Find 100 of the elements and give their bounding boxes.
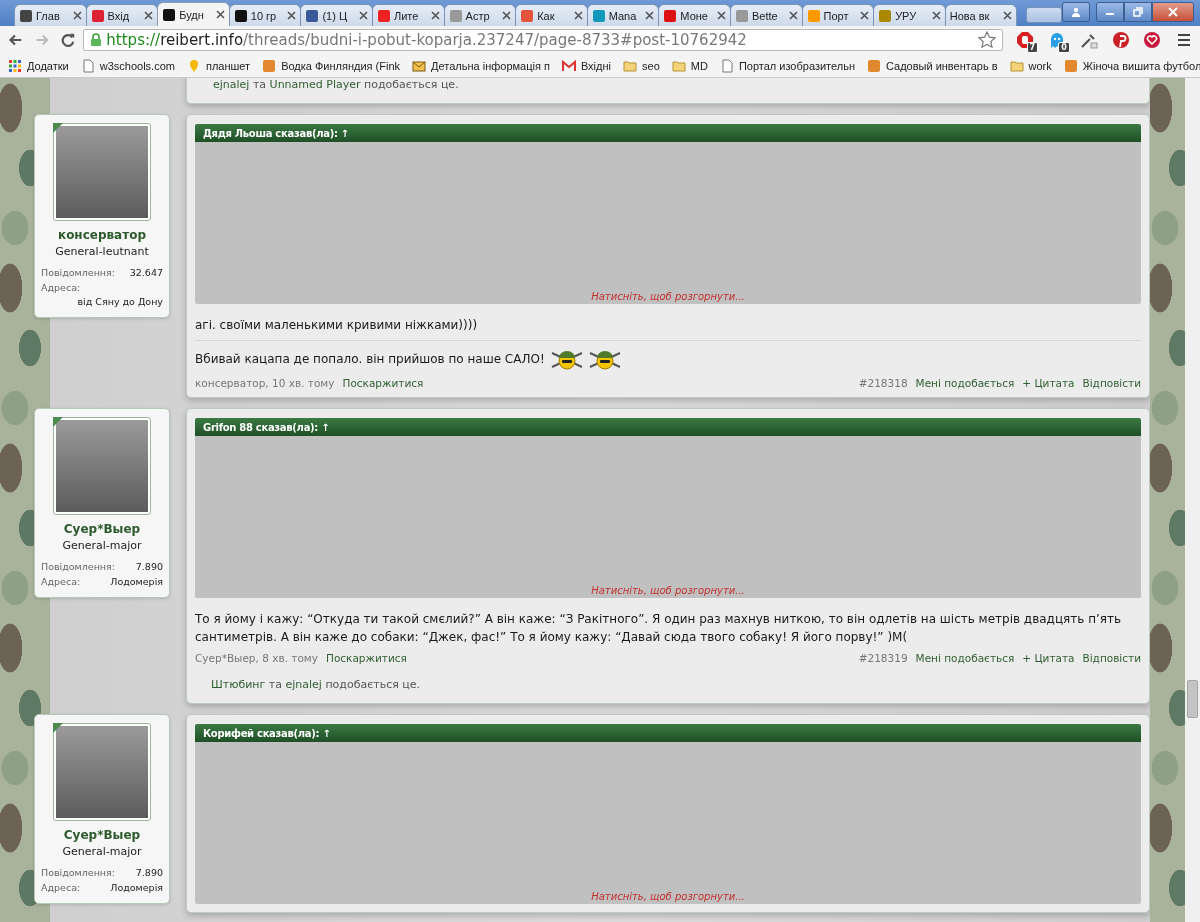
stat-value: 7.890 [135,561,163,572]
close-icon[interactable] [860,11,870,20]
user-rank: General-leutnant [55,245,149,258]
browser-tab[interactable]: Как [515,4,588,26]
user-link[interactable]: Unnamed Player [269,78,361,91]
reply-link[interactable]: Відповісти [1082,377,1141,389]
site-favicon-icon [305,8,320,23]
bookmark-link[interactable]: Детальна інформація п [431,59,550,72]
like-link[interactable]: Мені подобається [915,652,1015,664]
close-icon[interactable] [430,11,440,20]
bookmark-link[interactable]: Додатки [27,59,69,72]
browser-tab[interactable]: Глав [14,4,87,26]
address-field[interactable]: https://reibert.info/threads/budni-i-pobut-koparja.237247/page-8733#post-10762942 [83,29,1004,51]
bookmark-link[interactable]: Водка Финляндия (Fink [281,59,401,72]
avatar-photo-placeholder[interactable] [53,417,151,515]
user-rank: General-major [62,845,142,858]
bookmark-link[interactable]: Жіноча вишита футбол [1082,59,1200,72]
bookmark-link[interactable]: Вхідні [580,59,611,72]
envelope-icon [412,58,427,73]
menu-icon[interactable] [1176,33,1193,47]
bookmark-link[interactable]: seo [642,59,660,72]
stat-label: Адреса: [41,882,81,893]
close-icon[interactable] [144,11,154,20]
count-badge: 0 [1058,42,1070,53]
avatar-photo-placeholder[interactable] [53,123,151,221]
close-icon[interactable] [788,11,798,20]
restore-icon [1133,7,1144,17]
site-favicon-icon [233,8,248,23]
quote-link[interactable]: + Цитата [1022,652,1075,664]
close-icon[interactable] [287,11,297,20]
quote-link[interactable]: + Цитата [1022,377,1075,389]
likes-text: Штюбинг та ejnalej подобається це. [210,678,422,691]
like-link[interactable]: Мені подобається [915,377,1015,389]
post-number-link[interactable]: #218318 [858,377,908,389]
corner-triangle-icon [53,417,63,427]
pin-circle-icon[interactable] [1111,31,1130,49]
close-icon[interactable] [502,11,512,20]
site-favicon-icon [878,8,893,23]
browser-tab[interactable]: Нова вк [944,4,1018,26]
stat-value: Лодомерія [110,576,163,587]
new-tab-button[interactable] [1026,7,1063,23]
bookmark-link[interactable]: планшет [205,59,251,72]
browser-tab[interactable]: Моне [658,4,731,26]
browser-tab[interactable]: Mana [586,4,660,26]
browser-tab[interactable]: Порт [801,4,875,26]
post-number-link[interactable]: #218319 [858,652,908,664]
browser-tab[interactable]: Лите [371,4,445,26]
close-icon[interactable] [215,10,225,19]
bookmark-link[interactable]: work [1028,59,1052,72]
user-rank: General-major [62,539,142,552]
stat-label: Повідомлення: [41,561,115,572]
star-icon[interactable] [978,31,997,49]
report-link[interactable]: Поскаржитися [342,377,424,389]
corner-triangle-icon [53,723,63,733]
site-favicon-icon [1063,58,1078,73]
browser-tab[interactable]: (1) Ц [300,4,373,26]
user-link[interactable]: Штюбинг [211,678,266,691]
browser-tab[interactable]: 10 гр [228,4,302,26]
bookmark-link[interactable]: w3schools.com [99,59,175,72]
close-icon[interactable] [931,11,941,20]
browser-tab[interactable]: Будн [157,2,230,26]
close-icon[interactable] [645,11,655,20]
browser-tab[interactable]: Вхід [85,4,159,26]
quote-header: Grifon 88 сказав(ла): ↑ [195,418,1141,436]
close-icon[interactable] [1003,11,1013,20]
avatar-photo-placeholder[interactable] [53,723,151,821]
scrollbar[interactable] [1185,78,1200,922]
minimize-button[interactable] [1096,2,1125,22]
reply-link[interactable]: Відповісти [1082,652,1141,664]
folder-icon [671,58,686,73]
bookmark-link[interactable]: Портал изобразительн [738,59,855,72]
browser-tab[interactable]: Астр [443,4,517,26]
user-link[interactable]: ejnalej [285,678,322,691]
quote-header: Корифей сказав(ла): ↑ [195,724,1141,742]
corner-triangle-icon [53,123,63,133]
bookmark-link[interactable]: Садовый инвентарь в [885,59,998,72]
folder-icon [623,58,637,73]
likes-text: ejnalej та Unnamed Player подобається це. [212,78,460,91]
username-link[interactable]: Суер*Выер [63,522,141,536]
browser-tab[interactable]: Bette [729,4,803,26]
username-link[interactable]: Суер*Выер [63,828,141,842]
bookmark-link[interactable]: MD [690,59,708,72]
close-icon[interactable] [716,11,726,20]
close-icon[interactable] [358,11,368,20]
report-link[interactable]: Поскаржитися [326,652,407,664]
stat-label: Повідомлення: [41,267,115,278]
site-favicon-icon [262,58,277,73]
close-window-button[interactable] [1152,2,1195,22]
stat-label: Адреса: [41,282,81,293]
eyedropper-icon[interactable] [1079,31,1098,49]
site-favicon-icon [376,8,391,23]
user-link[interactable]: ejnalej [213,78,250,91]
username-link[interactable]: консерватор [58,228,146,242]
close-icon[interactable] [573,11,583,20]
user-button[interactable] [1062,2,1091,22]
browser-tab[interactable]: УРУ [873,4,946,26]
maximize-button[interactable] [1124,2,1153,22]
close-icon[interactable] [72,11,82,20]
person-icon [1071,7,1082,17]
quote-header: Дядя Льоша сказав(ла): ↑ [195,124,1141,142]
